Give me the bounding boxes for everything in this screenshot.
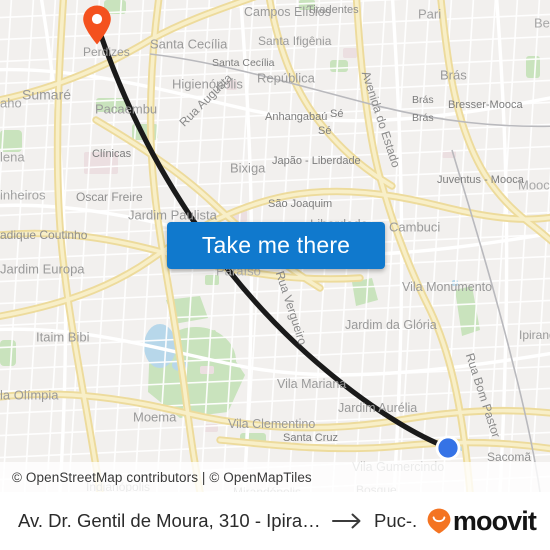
map-label: Vila Mariana <box>277 377 346 391</box>
map-label: Sé <box>318 125 331 137</box>
map-label: Santa Cruz <box>283 432 338 444</box>
map-label: Vila Monumento <box>402 280 492 294</box>
map-label: Bixiga <box>230 161 266 176</box>
destination-label: Puc-... <box>373 510 417 531</box>
map-label: Jardim Paulista <box>128 208 218 223</box>
map-label: Oscar Freire <box>76 190 143 204</box>
map-label: inheiros <box>0 188 46 203</box>
map-label: Bresser-Mooca <box>448 99 523 111</box>
map-label: Ipiranga <box>519 328 550 342</box>
map-label: Pacaembu <box>95 102 157 117</box>
arrow-right-icon <box>331 512 365 530</box>
map-pin-icon <box>83 5 111 45</box>
map-label: São Joaquim <box>268 198 332 210</box>
map-label: Brás <box>412 112 434 124</box>
moovit-logo[interactable]: moovit <box>426 505 537 537</box>
map-label: la Olímpia <box>0 388 59 403</box>
map-label: Santa Cecília <box>212 57 275 69</box>
map-label: Clínicas <box>92 148 132 160</box>
map-label: Sé <box>330 108 343 120</box>
map-label: adique Coutinho <box>0 228 88 242</box>
moovit-wordmark: moovit <box>452 505 537 536</box>
map-label: Cambuci <box>389 220 440 235</box>
map-label: Moema <box>133 410 177 425</box>
map-container[interactable]: Campos ElísiosTiradentesPariBeléSanta Ce… <box>0 0 550 492</box>
map-label: Sumaré <box>22 86 71 102</box>
map-label: Jardim Europa <box>0 262 85 277</box>
map-label: Jardim Aurélia <box>338 401 417 415</box>
map-label: Brás <box>440 68 467 83</box>
map-label: lena <box>0 150 25 165</box>
map-label: Jardim da Glória <box>345 318 437 332</box>
map-label: Mooca <box>518 178 550 193</box>
map-attribution-text: © OpenStreetMap contributors | © OpenMap… <box>12 469 312 485</box>
take-me-there-button[interactable]: Take me there <box>167 222 385 269</box>
origin-address-label: Av. Dr. Gentil de Moura, 310 - Ipiranga,… <box>18 510 322 531</box>
map-label: Pari <box>418 7 441 22</box>
map-label: Juventus - Mooca <box>437 174 525 186</box>
route-summary-bar: Av. Dr. Gentil de Moura, 310 - Ipiranga,… <box>0 492 550 550</box>
map-label: Vila Clementino <box>228 417 315 431</box>
map-label: Tiradentes <box>307 4 359 16</box>
map-label: Itaim Bibi <box>36 330 90 345</box>
map-label: Santa Cecília <box>150 37 228 52</box>
map-label: Perdizes <box>83 45 130 59</box>
map-label: Anhangabaú <box>265 111 327 123</box>
map-label: Japão - Liberdade <box>272 155 361 167</box>
destination-dot-marker[interactable] <box>434 434 462 462</box>
map-label: aho <box>0 96 22 111</box>
take-me-there-label: Take me there <box>201 232 351 258</box>
circle-dot-icon <box>435 435 461 461</box>
map-label: Santa Ifigênia <box>258 34 332 48</box>
map-label: Brás <box>412 94 434 106</box>
origin-pin-marker[interactable] <box>82 4 112 46</box>
map-attribution[interactable]: © OpenStreetMap contributors | © OpenMap… <box>0 462 550 492</box>
map-label: Belé <box>534 16 550 31</box>
moovit-pin-icon <box>427 508 451 534</box>
map-label: República <box>257 71 316 86</box>
moovit-directions-screen: Campos ElísiosTiradentesPariBeléSanta Ce… <box>0 0 550 550</box>
